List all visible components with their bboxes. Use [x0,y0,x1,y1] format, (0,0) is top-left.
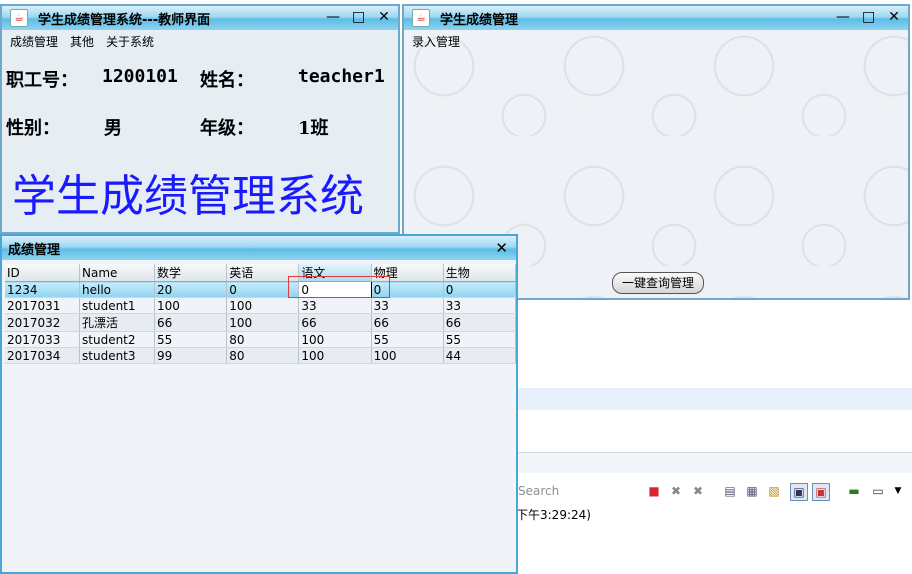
table-cell[interactable]: 2017034 [5,347,81,364]
table-cell[interactable]: 0 [443,281,517,298]
menu-entry-management[interactable]: 录入管理 [412,33,460,50]
table-cell[interactable]: 80 [226,331,300,348]
column-header[interactable]: ID [5,264,81,282]
show-error-console-icon[interactable]: ▣ [812,483,830,501]
table-cell[interactable]: 2017031 [5,297,81,314]
table-cell[interactable]: 100 [154,297,228,314]
table-cell[interactable]: 2017033 [5,331,81,348]
minimize-icon[interactable]: — [836,10,850,24]
table-cell[interactable]: 55 [371,331,444,348]
name-label: 姓名： [200,70,254,91]
ide-console-timestamp: 下午3:29:24) [516,508,591,522]
table-cell[interactable]: hello [79,281,156,298]
column-header[interactable]: 数学 [154,264,228,282]
console-menu-chevron-icon[interactable]: ▼ [890,483,906,499]
one-click-query-button[interactable]: 一键查询管理 [612,272,704,294]
java-app-icon: ☕ [10,9,28,27]
maximize-icon[interactable]: □ [352,10,365,24]
ide-highlighted-line [518,388,912,410]
clear-console-icon[interactable]: ▤ [722,483,738,499]
table-row[interactable]: 2017034 student3 99 80 100 100 44 [5,347,517,364]
edit-cell-highlight [288,276,390,298]
java-app-icon: ☕ [412,9,430,27]
entry-window-titlebar[interactable]: ☕ 学生成绩管理 — □ ✕ [404,6,908,30]
maximize-icon[interactable]: □ [862,10,875,24]
grade-value: 1班 [298,118,329,139]
name-value: teacher1 [298,66,385,87]
table-row[interactable]: 2017032 孔漂活 66 100 66 66 66 [5,313,517,332]
close-icon[interactable]: ✕ [495,239,508,257]
table-cell[interactable]: 33 [371,297,444,314]
teacher-window: ☕ 学生成绩管理系统---教师界面 — □ ✕ 成绩管理 其他 关于系统 职工号… [0,4,400,234]
employee-id-value: 1200101 [102,66,178,87]
score-window-titlebar[interactable]: 成绩管理 ✕ [2,236,516,260]
table-cell[interactable]: 55 [443,331,517,348]
score-window-title: 成绩管理 [8,242,61,258]
teacher-window-titlebar[interactable]: ☕ 学生成绩管理系统---教师界面 — □ ✕ [2,6,398,30]
table-cell[interactable]: 99 [154,347,228,364]
word-wrap-icon[interactable]: ▧ [766,483,782,499]
table-cell[interactable]: 1234 [5,281,81,298]
remove-launch-icon[interactable]: ✖ [668,483,684,499]
table-cell[interactable]: 100 [298,347,372,364]
table-cell[interactable]: 66 [443,313,517,332]
table-cell[interactable]: 66 [298,313,372,332]
column-header[interactable]: 生物 [443,264,517,282]
table-row[interactable]: 1234 hello 20 0 0 0 0 [5,281,517,298]
remove-all-icon[interactable]: ✖ [690,483,706,499]
table-cell[interactable]: 孔漂活 [79,313,156,332]
table-cell[interactable]: 100 [298,331,372,348]
table-cell[interactable]: 20 [154,281,228,298]
table-cell[interactable]: 80 [226,347,300,364]
table-cell[interactable]: 100 [226,313,300,332]
ide-panel-header [518,452,912,473]
entry-menubar: 录入管理 [404,30,908,52]
terminate-icon[interactable]: ■ [646,483,662,499]
table-cell[interactable]: 66 [154,313,228,332]
close-icon[interactable]: ✕ [378,10,390,24]
minimize-icon[interactable]: — [326,10,340,24]
menu-score-management[interactable]: 成绩管理 [10,33,58,50]
grade-label: 年级： [200,118,254,139]
show-console-icon[interactable]: ▣ [790,483,808,501]
table-cell[interactable]: 33 [443,297,517,314]
table-cell[interactable]: 44 [443,347,517,364]
menu-about[interactable]: 关于系统 [106,33,154,50]
table-cell[interactable]: 55 [154,331,228,348]
table-cell[interactable]: student2 [79,331,156,348]
close-icon[interactable]: ✕ [888,10,900,24]
gender-label: 性别： [6,118,60,139]
table-cell[interactable]: student1 [79,297,156,314]
pin-console-icon[interactable]: ▬ [846,483,862,499]
gender-value: 男 [104,118,122,139]
display-console-icon[interactable]: ▭ [870,483,886,499]
score-table: ID Name 数学 英语 语文 物理 生物 1234 hello 20 0 0 0 0 2017031 s… [5,264,517,364]
menu-other[interactable]: 其他 [70,33,94,50]
score-window: 成绩管理 ✕ ID Name 数学 英语 语文 物理 生物 1234 hello 20 0 0 0 0 2… [0,234,518,574]
teacher-window-title: 学生成绩管理系统---教师界面 [38,12,211,28]
system-banner: 学生成绩管理系统 [12,171,364,222]
ide-editor-area [520,300,912,388]
column-header[interactable]: Name [79,264,156,282]
table-cell[interactable]: 2017032 [5,313,81,332]
scroll-lock-icon[interactable]: ▦ [744,483,760,499]
table-cell[interactable]: 100 [371,347,444,364]
table-cell[interactable]: 100 [226,297,300,314]
employee-id-label: 职工号： [6,70,78,91]
table-cell[interactable]: 33 [298,297,372,314]
entry-window-title: 学生成绩管理 [440,12,519,28]
teacher-menubar: 成绩管理 其他 关于系统 [2,30,398,52]
table-cell[interactable]: student3 [79,347,156,364]
table-row[interactable]: 2017031 student1 100 100 33 33 33 [5,297,517,314]
table-row[interactable]: 2017033 student2 55 80 100 55 55 [5,331,517,348]
table-cell[interactable]: 66 [371,313,444,332]
ide-search-placeholder[interactable]: Search [518,484,559,498]
